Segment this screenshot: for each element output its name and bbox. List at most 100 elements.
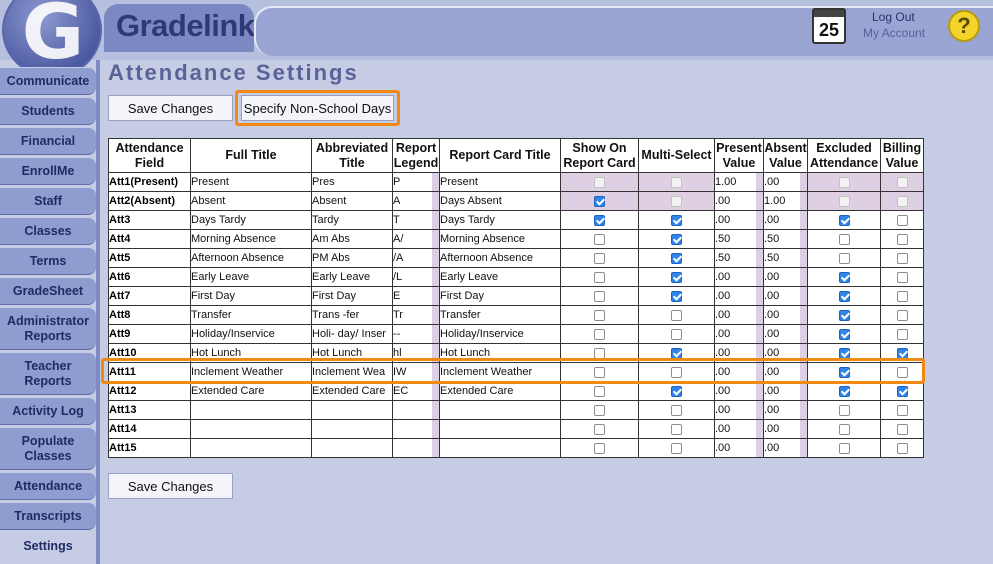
excluded-attendance-checkbox[interactable]	[838, 404, 850, 416]
report-card-title-input[interactable]: Afternoon Absence	[439, 248, 561, 268]
abbreviated-title-input[interactable]: Absent	[311, 191, 393, 211]
multi-select-checkbox[interactable]	[671, 442, 682, 454]
sidebar-item-enrollme[interactable]: EnrollMe	[0, 157, 96, 185]
absent-value-input[interactable]: .00	[763, 400, 808, 420]
report-legend-input[interactable]: EC	[392, 381, 440, 401]
logout-link[interactable]: Log Out	[872, 10, 915, 24]
absent-value-input[interactable]: .50	[763, 248, 808, 268]
absent-value-input[interactable]: .00	[763, 286, 808, 306]
absent-value-input[interactable]: .00	[763, 305, 808, 325]
excluded-attendance-checkbox[interactable]	[838, 290, 850, 302]
full-title-input[interactable]: Days Tardy	[190, 210, 312, 230]
excluded-attendance-checkbox[interactable]	[838, 442, 850, 454]
report-card-title-input[interactable]: Holiday/Inservice	[439, 324, 561, 344]
billing-value-checkbox[interactable]	[896, 271, 908, 283]
excluded-attendance-checkbox[interactable]	[838, 309, 850, 321]
report-card-title-input[interactable]	[439, 419, 561, 439]
full-title-input[interactable]: Extended Care	[190, 381, 312, 401]
show-on-report-card-checkbox[interactable]	[594, 328, 605, 340]
report-legend-input[interactable]: P	[392, 172, 440, 192]
my-account-link[interactable]: My Account	[863, 26, 925, 40]
calendar-icon[interactable]: 25	[812, 8, 846, 44]
sidebar-item-settings[interactable]: Settings	[0, 532, 96, 560]
report-legend-input[interactable]	[392, 400, 440, 420]
sidebar-item-administrator-reports[interactable]: Administrator Reports	[0, 307, 96, 350]
report-legend-input[interactable]: Tr	[392, 305, 440, 325]
show-on-report-card-checkbox[interactable]	[594, 347, 605, 359]
sidebar-item-communicate[interactable]: Communicate	[0, 67, 96, 95]
sidebar-item-financial[interactable]: Financial	[0, 127, 96, 155]
full-title-input[interactable]: First Day	[190, 286, 312, 306]
full-title-input[interactable]: Absent	[190, 191, 312, 211]
present-value-input[interactable]: .00	[714, 286, 764, 306]
present-value-input[interactable]: .00	[714, 324, 764, 344]
report-legend-input[interactable]	[392, 419, 440, 439]
sidebar-item-students[interactable]: Students	[0, 97, 96, 125]
sidebar-item-staff[interactable]: Staff	[0, 187, 96, 215]
excluded-attendance-checkbox[interactable]	[838, 271, 850, 283]
absent-value-input[interactable]: .00	[763, 267, 808, 287]
show-on-report-card-checkbox[interactable]	[594, 252, 605, 264]
sidebar-item-classes[interactable]: Classes	[0, 217, 96, 245]
present-value-input[interactable]: .00	[714, 381, 764, 401]
show-on-report-card-checkbox[interactable]	[594, 423, 605, 435]
billing-value-checkbox[interactable]	[896, 442, 908, 454]
billing-value-checkbox[interactable]	[896, 328, 908, 340]
multi-select-checkbox[interactable]	[671, 404, 682, 416]
excluded-attendance-checkbox[interactable]	[838, 252, 850, 264]
sidebar-item-terms[interactable]: Terms	[0, 247, 96, 275]
report-legend-input[interactable]	[392, 438, 440, 458]
full-title-input[interactable]: Morning Absence	[190, 229, 312, 249]
report-card-title-input[interactable]: Extended Care	[439, 381, 561, 401]
multi-select-checkbox[interactable]	[671, 233, 682, 245]
abbreviated-title-input[interactable]: Pres	[311, 172, 393, 192]
billing-value-checkbox[interactable]	[896, 233, 908, 245]
report-card-title-input[interactable]: Early Leave	[439, 267, 561, 287]
absent-value-input[interactable]: .00	[763, 210, 808, 230]
report-card-title-input[interactable]: Present	[439, 172, 561, 192]
full-title-input[interactable]	[190, 438, 312, 458]
multi-select-checkbox[interactable]	[671, 271, 682, 283]
report-card-title-input[interactable]	[439, 400, 561, 420]
multi-select-checkbox[interactable]	[671, 252, 682, 264]
abbreviated-title-input[interactable]: Holi- day/ Inser	[311, 324, 393, 344]
sidebar-item-gradesheet[interactable]: GradeSheet	[0, 277, 96, 305]
report-card-title-input[interactable]: Days Tardy	[439, 210, 561, 230]
help-icon[interactable]: ?	[948, 10, 980, 42]
billing-value-checkbox[interactable]	[896, 252, 908, 264]
abbreviated-title-input[interactable]: First Day	[311, 286, 393, 306]
billing-value-checkbox[interactable]	[896, 290, 908, 302]
report-card-title-input[interactable]: Days Absent	[439, 191, 561, 211]
report-card-title-input[interactable]: Transfer	[439, 305, 561, 325]
full-title-input[interactable]: Holiday/Inservice	[190, 324, 312, 344]
report-legend-input[interactable]: /L	[392, 267, 440, 287]
present-value-input[interactable]: .00	[714, 400, 764, 420]
full-title-input[interactable]: Present	[190, 172, 312, 192]
abbreviated-title-input[interactable]	[311, 400, 393, 420]
present-value-input[interactable]: .00	[714, 210, 764, 230]
full-title-input[interactable]: Afternoon Absence	[190, 248, 312, 268]
billing-value-checkbox[interactable]	[896, 347, 908, 359]
multi-select-checkbox[interactable]	[671, 214, 682, 226]
show-on-report-card-checkbox[interactable]	[594, 271, 605, 283]
billing-value-checkbox[interactable]	[896, 404, 908, 416]
present-value-input[interactable]: .00	[714, 438, 764, 458]
report-legend-input[interactable]: A/	[392, 229, 440, 249]
excluded-attendance-checkbox[interactable]	[838, 385, 850, 397]
absent-value-input[interactable]: .00	[763, 419, 808, 439]
full-title-input[interactable]: Early Leave	[190, 267, 312, 287]
abbreviated-title-input[interactable]	[311, 419, 393, 439]
present-value-input[interactable]: 1.00	[714, 172, 764, 192]
abbreviated-title-input[interactable]: PM Abs	[311, 248, 393, 268]
multi-select-checkbox[interactable]	[671, 423, 682, 435]
present-value-input[interactable]: .00	[714, 305, 764, 325]
show-on-report-card-checkbox[interactable]	[594, 290, 605, 302]
report-legend-input[interactable]: A	[392, 191, 440, 211]
sidebar-item-populate-classes[interactable]: Populate Classes	[0, 427, 96, 470]
abbreviated-title-input[interactable]: Early Leave	[311, 267, 393, 287]
present-value-input[interactable]: .00	[714, 267, 764, 287]
present-value-input[interactable]: .00	[714, 191, 764, 211]
present-value-input[interactable]: .50	[714, 248, 764, 268]
show-on-report-card-checkbox[interactable]	[594, 309, 605, 321]
report-legend-input[interactable]: --	[392, 324, 440, 344]
